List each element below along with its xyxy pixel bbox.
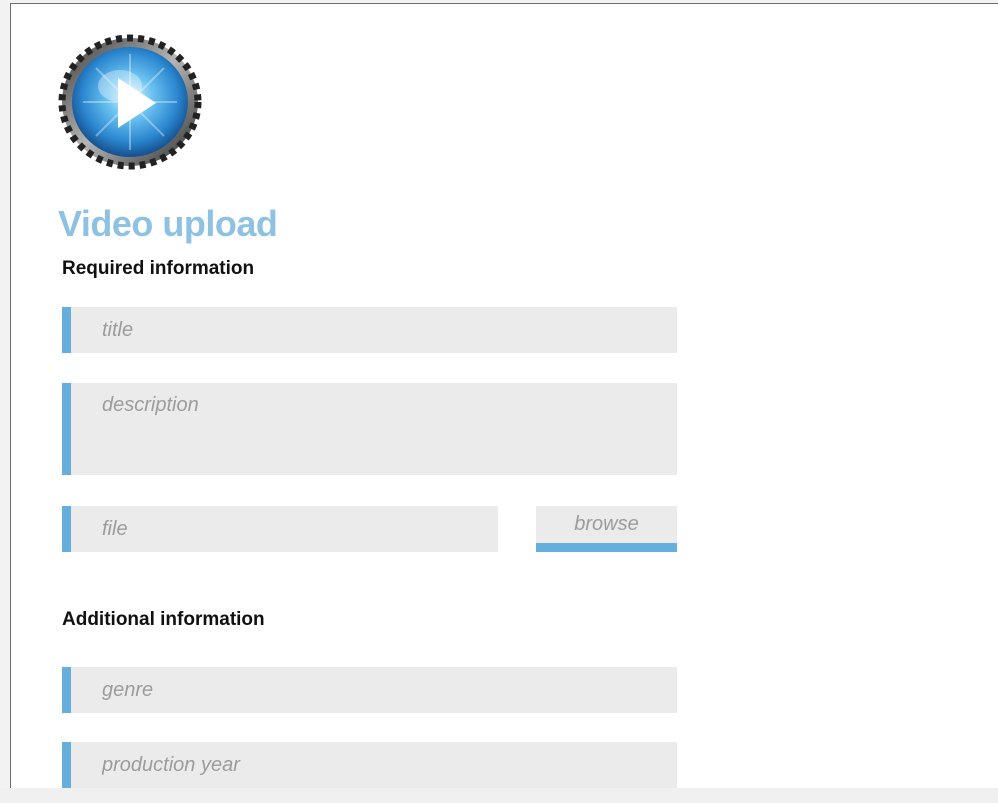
- required-information-heading: Required information: [62, 258, 255, 279]
- description-textarea[interactable]: [62, 383, 677, 475]
- production-year-input[interactable]: [62, 742, 677, 788]
- additional-information-heading: Additional information: [62, 609, 265, 630]
- bottom-bar: [0, 788, 998, 803]
- browse-button[interactable]: browse: [536, 506, 677, 552]
- title-input[interactable]: [62, 307, 677, 353]
- file-input[interactable]: [62, 506, 498, 552]
- genre-input[interactable]: [62, 667, 677, 713]
- video-play-logo-icon: [58, 34, 202, 170]
- page-title: Video upload: [58, 203, 278, 244]
